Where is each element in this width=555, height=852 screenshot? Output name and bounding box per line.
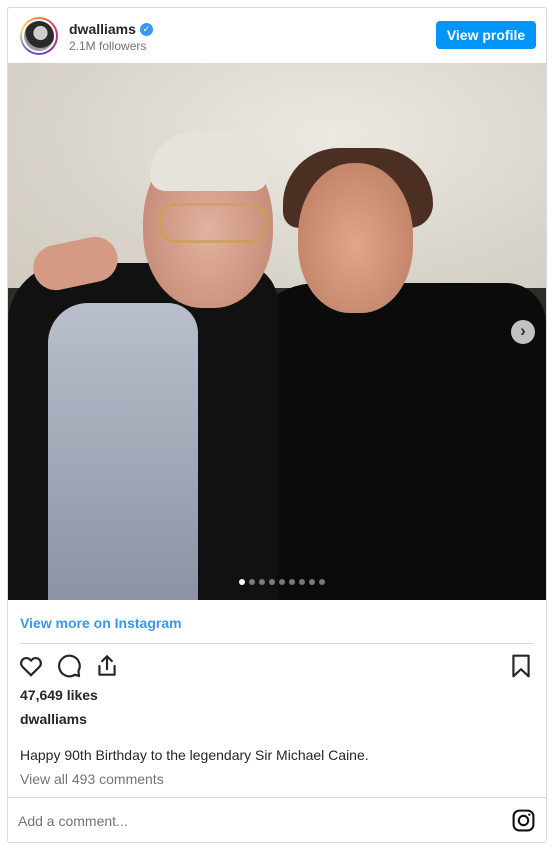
heart-icon[interactable] bbox=[18, 653, 44, 679]
instagram-icon[interactable] bbox=[511, 808, 536, 833]
carousel-dot bbox=[319, 579, 325, 585]
share-icon[interactable] bbox=[94, 653, 120, 679]
carousel-dot bbox=[249, 579, 255, 585]
instagram-embed-card: dwalliams ✓ 2.1M followers View profile … bbox=[7, 7, 547, 843]
verified-badge-icon: ✓ bbox=[139, 22, 153, 36]
carousel-dot bbox=[299, 579, 305, 585]
view-comments-link[interactable]: View all 493 comments bbox=[20, 771, 164, 787]
post-header: dwalliams ✓ 2.1M followers View profile bbox=[8, 8, 546, 64]
chevron-right-icon[interactable]: › bbox=[511, 320, 535, 344]
view-profile-button[interactable]: View profile bbox=[436, 21, 536, 49]
view-more-link[interactable]: View more on Instagram bbox=[20, 615, 182, 631]
carousel-dot bbox=[279, 579, 285, 585]
username-row: dwalliams ✓ bbox=[69, 21, 153, 37]
carousel-dot bbox=[259, 579, 265, 585]
username[interactable]: dwalliams bbox=[69, 21, 136, 37]
comment-input[interactable] bbox=[18, 809, 488, 833]
comment-icon[interactable] bbox=[56, 653, 82, 679]
divider bbox=[8, 797, 546, 798]
carousel-dot bbox=[269, 579, 275, 585]
post-caption: Happy 90th Birthday to the legendary Sir… bbox=[20, 747, 369, 763]
caption-author[interactable]: dwalliams bbox=[20, 711, 87, 727]
divider bbox=[20, 643, 534, 644]
carousel-dot bbox=[239, 579, 245, 585]
avatar-image bbox=[24, 21, 54, 51]
avatar[interactable] bbox=[20, 17, 58, 55]
like-count[interactable]: 47,649 likes bbox=[20, 687, 98, 703]
post-image[interactable]: › bbox=[8, 63, 546, 600]
follower-count: 2.1M followers bbox=[69, 39, 147, 53]
carousel-dot bbox=[289, 579, 295, 585]
carousel-dot bbox=[309, 579, 315, 585]
carousel-indicator bbox=[239, 579, 325, 585]
action-bar bbox=[18, 653, 120, 679]
bookmark-icon[interactable] bbox=[508, 653, 534, 679]
